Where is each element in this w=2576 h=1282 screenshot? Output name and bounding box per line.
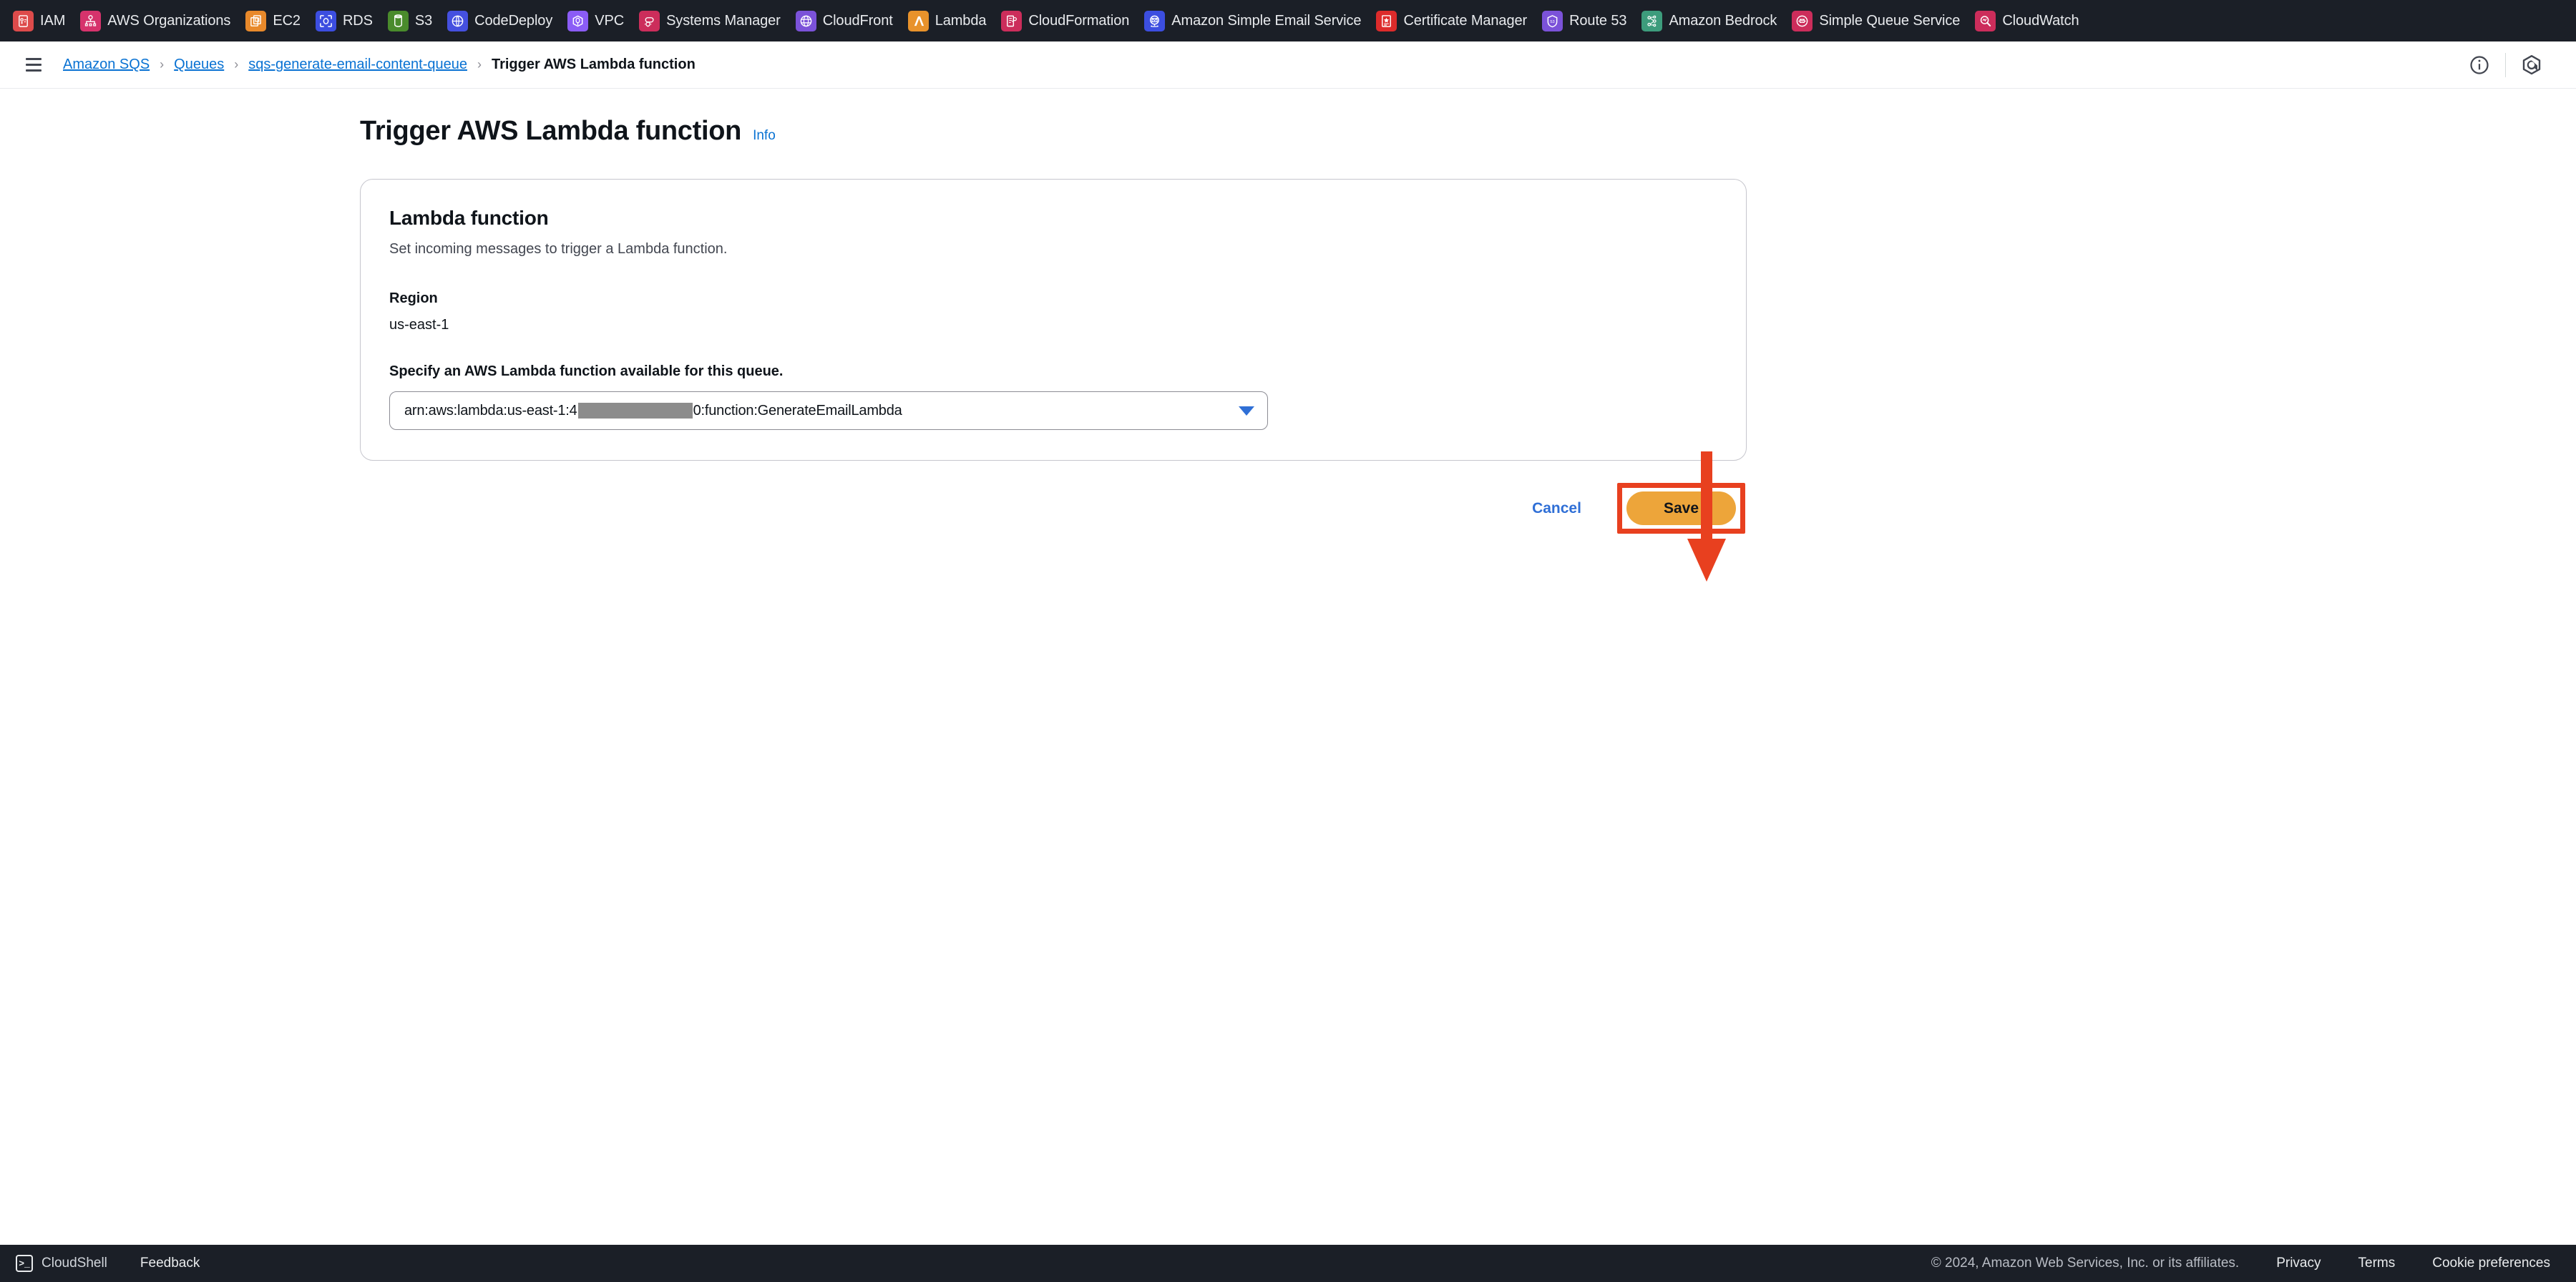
organizations-icon [80, 10, 102, 31]
bookmark-cloudformation[interactable]: CloudFormation [995, 8, 1138, 34]
breadcrumb-separator: › [234, 57, 239, 72]
bookmark-label: RDS [342, 13, 373, 29]
form-actions: Cancel Save [360, 483, 1747, 534]
bookmark-amazon-simple-email-service[interactable]: Amazon Simple Email Service [1138, 8, 1370, 34]
cookie-preferences-link[interactable]: Cookie preferences [2432, 1256, 2550, 1271]
top-nav-actions [2459, 41, 2552, 88]
bookmark-iam[interactable]: IAM [7, 8, 74, 34]
lambda-select-label: Specify an AWS Lambda function available… [389, 363, 784, 379]
cloudshell-button[interactable]: >_ CloudShell [16, 1255, 107, 1272]
bookmark-aws-organizations[interactable]: AWS Organizations [74, 8, 240, 34]
bookmark-label: Route 53 [1569, 13, 1627, 29]
region-label: Region [389, 290, 438, 306]
bookmark-label: IAM [40, 13, 66, 29]
breadcrumb-link[interactable]: Amazon SQS [63, 57, 150, 73]
console-footer: >_ CloudShell Feedback © 2024, Amazon We… [0, 1245, 2576, 1282]
cloudshell-label: CloudShell [42, 1256, 107, 1271]
bookmark-label: CloudFront [822, 13, 893, 29]
breadcrumb-link[interactable]: sqs-generate-email-content-queue [248, 57, 467, 73]
console-top-nav: Amazon SQS › Queues › sqs-generate-email-con… [0, 41, 2576, 89]
breadcrumb-current: Trigger AWS Lambda function [491, 57, 696, 72]
cancel-button[interactable]: Cancel [1528, 493, 1586, 524]
arn-suffix: 0:function:GenerateEmailLambda [693, 402, 902, 419]
bookmark-label: CloudFormation [1028, 13, 1130, 29]
sqs-icon [1792, 10, 1813, 31]
vpc-icon [567, 10, 589, 31]
save-button[interactable]: Save [1626, 491, 1736, 526]
bookmark-simple-queue-service[interactable]: Simple Queue Service [1786, 8, 1969, 34]
cloudwatch-icon [1975, 10, 1996, 31]
bookmark-label: AWS Organizations [107, 13, 231, 29]
bookmark-s3[interactable]: S3 [382, 8, 441, 34]
card-title: Lambda function [389, 207, 549, 229]
bookmark-label: Amazon Bedrock [1669, 13, 1777, 29]
breadcrumb: Amazon SQS › Queues › sqs-generate-email-con… [63, 57, 696, 73]
footer-left-group: >_ CloudShell Feedback [16, 1255, 200, 1272]
bookmark-amazon-bedrock[interactable]: Amazon Bedrock [1636, 8, 1786, 34]
nav-divider [2505, 52, 2506, 77]
bookmark-label: CodeDeploy [474, 13, 553, 29]
bookmark-rds[interactable]: RDS [310, 8, 382, 34]
footer-right-group: © 2024, Amazon Web Services, Inc. or its… [1931, 1256, 2550, 1271]
svg-text:53: 53 [1550, 19, 1554, 24]
systems-manager-icon [639, 10, 660, 31]
page-title: Trigger AWS Lambda function [360, 116, 742, 146]
bookmark-certificate-manager[interactable]: Certificate Manager [1370, 8, 1536, 34]
route53-icon: 53 [1542, 10, 1563, 31]
terms-link[interactable]: Terms [2358, 1256, 2396, 1271]
privacy-link[interactable]: Privacy [2276, 1256, 2321, 1271]
info-circle-icon[interactable] [2459, 45, 2499, 85]
bookmark-label: Amazon Simple Email Service [1171, 13, 1362, 29]
bookmark-label: Certificate Manager [1403, 13, 1528, 29]
page-header: Trigger AWS Lambda function Info [360, 116, 2576, 147]
arn-prefix: arn:aws:lambda:us-east-1:4 [404, 402, 577, 419]
bookmark-route-53[interactable]: 53 Route 53 [1536, 8, 1636, 34]
s3-icon [387, 10, 409, 31]
certificate-manager-icon [1376, 10, 1397, 31]
ses-icon [1144, 10, 1166, 31]
breadcrumb-separator: › [160, 57, 165, 72]
bookmark-cloudwatch[interactable]: CloudWatch [1969, 8, 2088, 34]
amazon-q-icon[interactable] [2512, 45, 2552, 85]
cloudformation-icon [1001, 10, 1023, 31]
ec2-icon [245, 10, 267, 31]
redacted-account-id [577, 403, 693, 419]
chevron-down-icon[interactable] [1239, 406, 1254, 416]
browser-bookmark-bar: IAM AWS Organizations EC2 RDS S3 CodeDeploy VP… [0, 0, 2576, 41]
bookmark-lambda[interactable]: Lambda [902, 8, 996, 34]
rds-icon [315, 10, 336, 31]
bookmark-label: Systems Manager [666, 13, 781, 29]
cloudfront-icon [795, 10, 816, 31]
bookmark-label: Lambda [935, 13, 987, 29]
bookmark-cloudfront[interactable]: CloudFront [790, 8, 902, 34]
bookmark-label: EC2 [273, 13, 301, 29]
breadcrumb-link[interactable]: Queues [174, 57, 224, 73]
bookmark-label: Simple Queue Service [1819, 13, 1961, 29]
codedeploy-icon [447, 10, 469, 31]
breadcrumb-separator: › [477, 57, 482, 72]
lambda-icon [907, 10, 929, 31]
card-description: Set incoming messages to trigger a Lambd… [389, 241, 728, 257]
bookmark-vpc[interactable]: VPC [562, 8, 633, 34]
bookmark-label: S3 [414, 13, 433, 29]
region-value: us-east-1 [389, 317, 449, 333]
bookmark-codedeploy[interactable]: CodeDeploy [441, 8, 562, 34]
bookmark-systems-manager[interactable]: Systems Manager [633, 8, 790, 34]
feedback-link[interactable]: Feedback [140, 1256, 200, 1271]
lambda-function-select[interactable]: arn:aws:lambda:us-east-1:4 0:function:Ge… [389, 391, 1268, 430]
save-button-highlight: Save [1616, 483, 1745, 534]
bedrock-icon [1641, 10, 1663, 31]
bookmark-label: VPC [595, 13, 625, 29]
main-content: Trigger AWS Lambda function Info Lambda … [0, 89, 2576, 1245]
cloudshell-terminal-icon: >_ [16, 1255, 33, 1272]
lambda-function-card: Lambda function Set incoming messages to… [360, 179, 1747, 461]
page-info-link[interactable]: Info [753, 128, 776, 144]
hamburger-menu-icon[interactable] [20, 52, 47, 79]
iam-icon [13, 10, 34, 31]
copyright-text: © 2024, Amazon Web Services, Inc. or its… [1931, 1256, 2240, 1271]
lambda-function-select-value: arn:aws:lambda:us-east-1:4 0:function:Ge… [404, 403, 902, 419]
bookmark-ec2[interactable]: EC2 [240, 8, 310, 34]
bookmark-label: CloudWatch [2002, 13, 2079, 29]
